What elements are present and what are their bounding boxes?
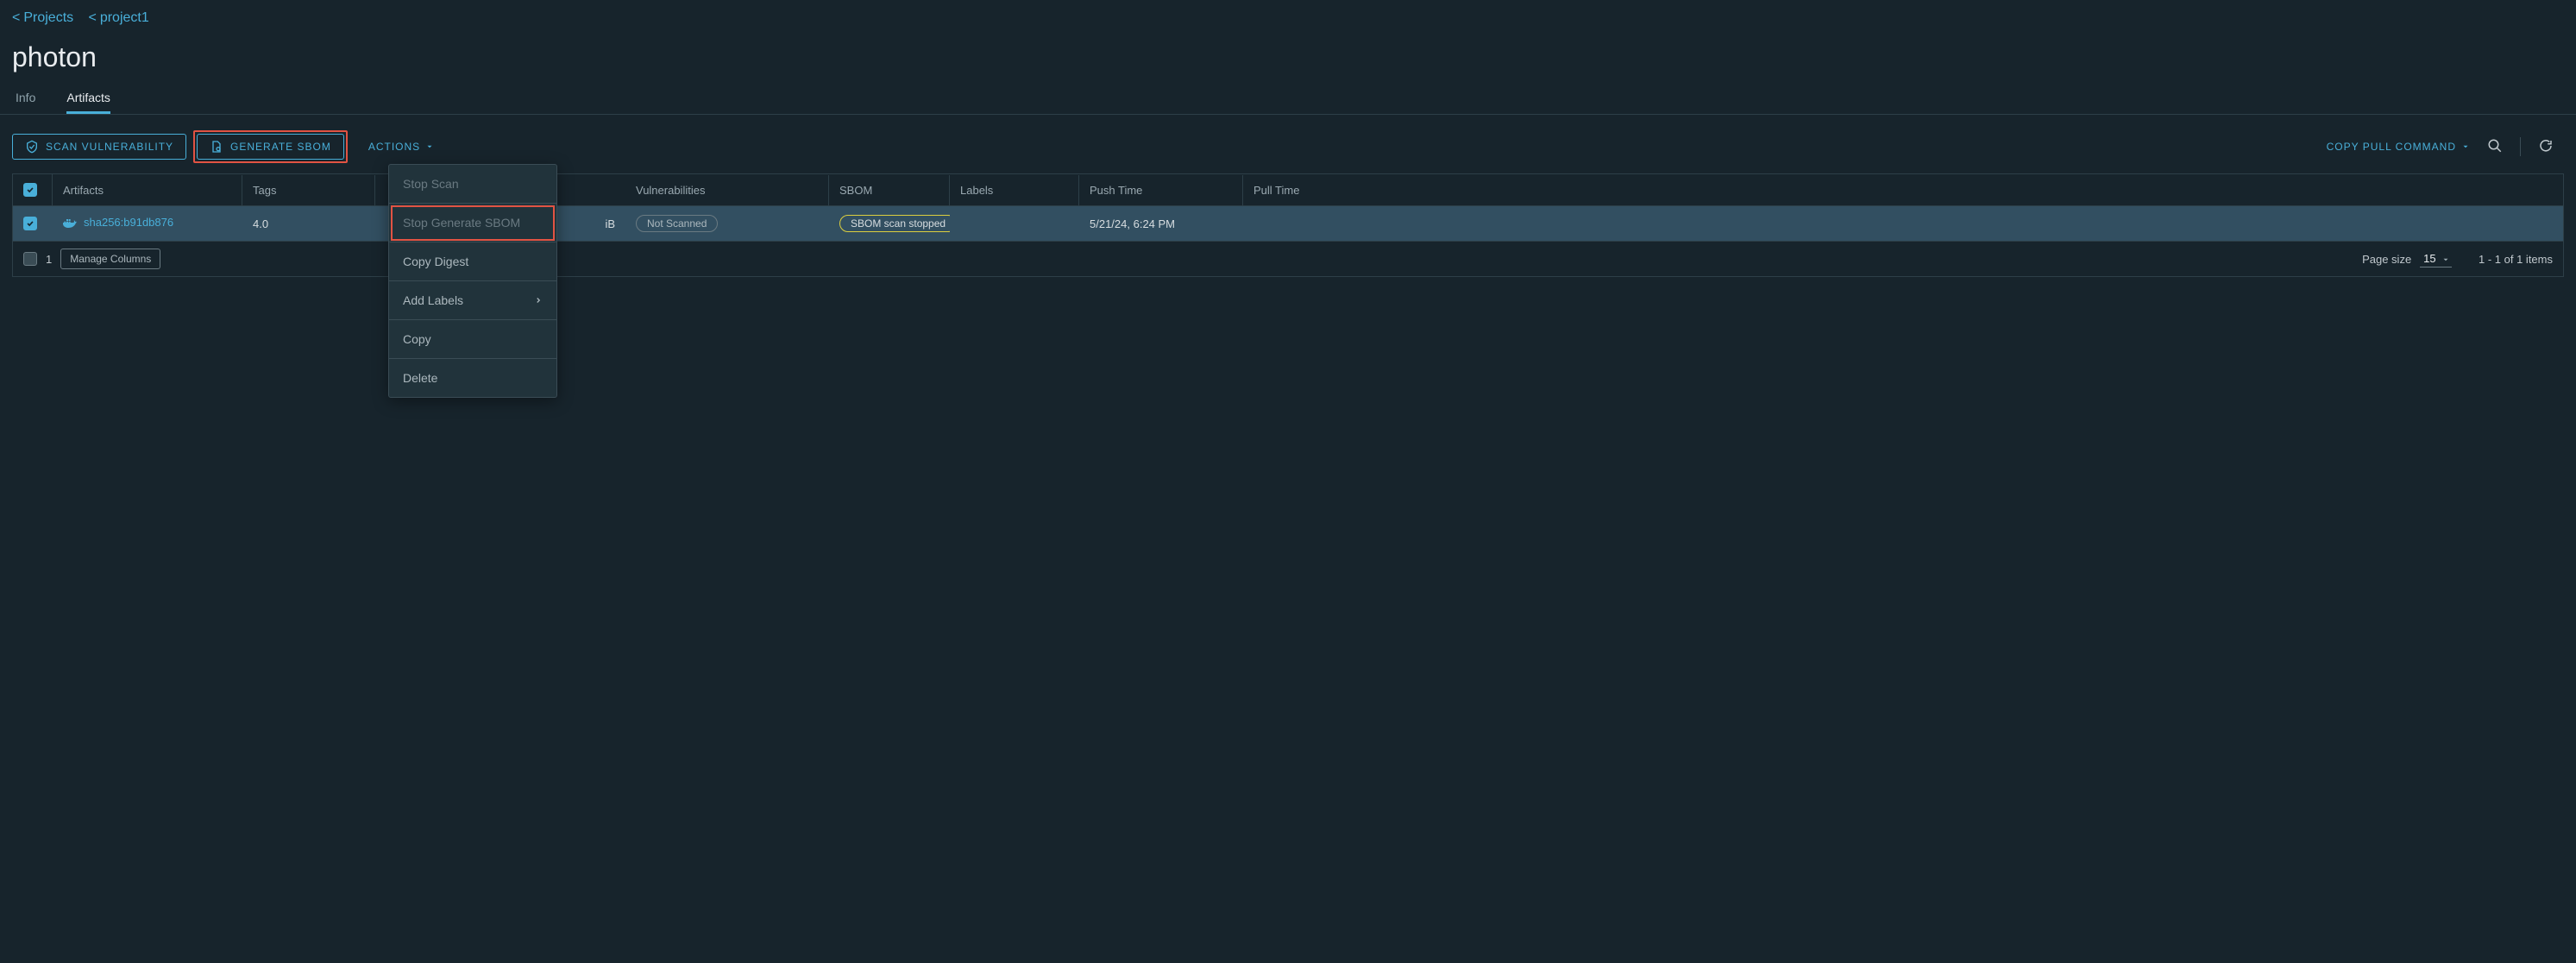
chevron-down-icon [425, 142, 434, 151]
cell-vulnerabilities: Not Scanned [625, 206, 829, 241]
menu-copy-digest[interactable]: Copy Digest [389, 242, 556, 281]
page-title: photon [0, 26, 2576, 79]
header-tags[interactable]: Tags [242, 175, 375, 205]
footer-checkbox[interactable] [23, 252, 37, 266]
selected-count: 1 [46, 253, 52, 266]
docker-icon [63, 217, 77, 229]
sbom-status-badge: SBOM scan stopped [839, 215, 950, 232]
menu-copy[interactable]: Copy [389, 320, 556, 359]
generate-sbom-highlight: GENERATE SBOM [193, 130, 348, 163]
search-button[interactable] [2485, 136, 2504, 158]
header-sbom[interactable]: SBOM [829, 175, 950, 205]
document-gear-icon [210, 140, 223, 154]
chevron-right-icon [534, 293, 543, 307]
cell-labels [950, 215, 1079, 232]
select-all-checkbox[interactable] [23, 183, 37, 197]
header-select[interactable] [13, 174, 53, 205]
page-size-label: Page size [2362, 253, 2411, 266]
cell-push-time: 5/21/24, 6:24 PM [1079, 209, 1243, 239]
tab-artifacts[interactable]: Artifacts [66, 91, 110, 114]
scan-vulnerability-button[interactable]: SCAN VULNERABILITY [12, 134, 186, 160]
page-range: 1 - 1 of 1 items [2479, 253, 2553, 266]
header-push-time[interactable]: Push Time [1079, 175, 1243, 205]
refresh-button[interactable] [2536, 136, 2555, 158]
shield-check-icon [25, 140, 39, 154]
cell-pull-time [1243, 215, 2563, 232]
actions-dropdown-button[interactable]: ACTIONS [361, 135, 441, 158]
menu-stop-scan[interactable]: Stop Scan [389, 165, 556, 204]
toolbar-divider [2520, 137, 2521, 156]
menu-add-labels[interactable]: Add Labels [389, 281, 556, 320]
header-vulnerabilities[interactable]: Vulnerabilities [625, 175, 829, 205]
breadcrumb-projects[interactable]: <Projects [12, 10, 77, 25]
search-icon [2487, 138, 2503, 154]
actions-menu: Stop Scan Stop Generate SBOM Copy Digest… [388, 164, 557, 398]
menu-stop-generate-sbom[interactable]: Stop Generate SBOM [389, 204, 556, 242]
breadcrumb: <Projects <project1 [0, 9, 2576, 26]
row-checkbox[interactable] [23, 217, 37, 230]
chevron-down-icon [2461, 142, 2470, 151]
manage-columns-button[interactable]: Manage Columns [60, 249, 160, 269]
artifact-link[interactable]: sha256:b91db876 [63, 216, 173, 229]
tabs: Info Artifacts [0, 79, 2576, 115]
breadcrumb-project1[interactable]: <project1 [88, 10, 152, 25]
refresh-icon [2538, 138, 2554, 154]
toolbar: SCAN VULNERABILITY GENERATE SBOM ACTIONS… [0, 115, 2576, 173]
page-size-select[interactable]: 15 [2420, 250, 2452, 268]
tab-info[interactable]: Info [16, 91, 35, 114]
menu-delete[interactable]: Delete [389, 359, 556, 397]
header-pull-time[interactable]: Pull Time [1243, 175, 2563, 205]
header-labels[interactable]: Labels [950, 175, 1079, 205]
not-scanned-badge: Not Scanned [636, 215, 718, 232]
copy-pull-command-button[interactable]: COPY PULL COMMAND [2327, 141, 2470, 153]
cell-sbom: SBOM scan stopped [829, 206, 950, 241]
generate-sbom-button[interactable]: GENERATE SBOM [197, 134, 344, 160]
header-artifacts[interactable]: Artifacts [53, 175, 242, 205]
cell-tag: 4.0 [242, 209, 375, 239]
